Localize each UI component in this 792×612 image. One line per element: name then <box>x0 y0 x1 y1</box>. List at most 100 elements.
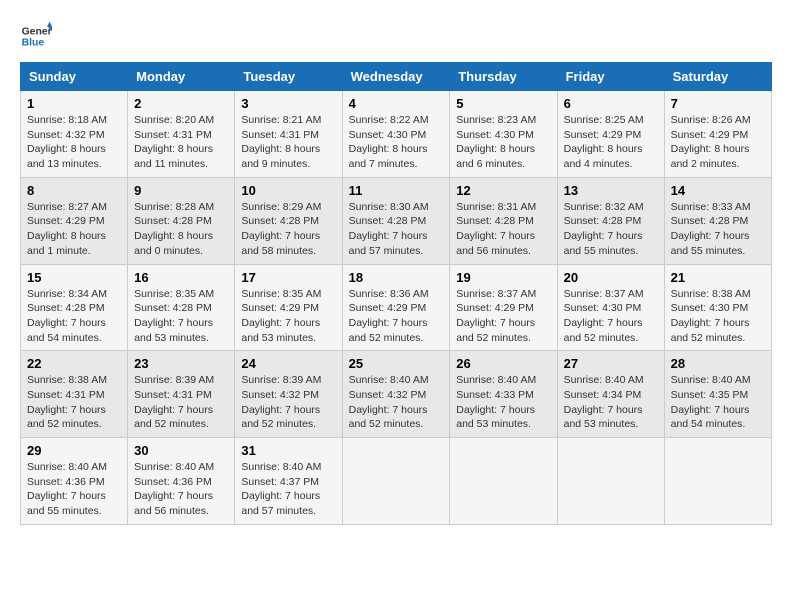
calendar-cell: 24 Sunrise: 8:39 AMSunset: 4:32 PMDaylig… <box>235 351 342 438</box>
svg-text:Blue: Blue <box>22 38 45 49</box>
day-number: 21 <box>671 270 765 285</box>
calendar-cell: 6 Sunrise: 8:25 AMSunset: 4:29 PMDayligh… <box>557 91 664 178</box>
day-detail: Sunrise: 8:40 AMSunset: 4:36 PMDaylight:… <box>134 461 214 517</box>
day-detail: Sunrise: 8:38 AMSunset: 4:31 PMDaylight:… <box>27 374 107 430</box>
day-number: 12 <box>456 183 550 198</box>
day-detail: Sunrise: 8:40 AMSunset: 4:32 PMDaylight:… <box>349 374 429 430</box>
calendar-cell: 11 Sunrise: 8:30 AMSunset: 4:28 PMDaylig… <box>342 177 450 264</box>
calendar-week-row: 8 Sunrise: 8:27 AMSunset: 4:29 PMDayligh… <box>21 177 772 264</box>
calendar-cell: 7 Sunrise: 8:26 AMSunset: 4:29 PMDayligh… <box>664 91 771 178</box>
dow-header: Wednesday <box>342 63 450 91</box>
day-detail: Sunrise: 8:34 AMSunset: 4:28 PMDaylight:… <box>27 288 107 344</box>
day-number: 19 <box>456 270 550 285</box>
calendar-cell: 14 Sunrise: 8:33 AMSunset: 4:28 PMDaylig… <box>664 177 771 264</box>
day-detail: Sunrise: 8:39 AMSunset: 4:31 PMDaylight:… <box>134 374 214 430</box>
day-detail: Sunrise: 8:35 AMSunset: 4:28 PMDaylight:… <box>134 288 214 344</box>
day-number: 5 <box>456 96 550 111</box>
calendar-cell <box>557 438 664 525</box>
calendar-cell: 10 Sunrise: 8:29 AMSunset: 4:28 PMDaylig… <box>235 177 342 264</box>
day-number: 15 <box>27 270 121 285</box>
dow-header: Sunday <box>21 63 128 91</box>
calendar-cell: 27 Sunrise: 8:40 AMSunset: 4:34 PMDaylig… <box>557 351 664 438</box>
day-detail: Sunrise: 8:25 AMSunset: 4:29 PMDaylight:… <box>564 114 644 170</box>
day-detail: Sunrise: 8:40 AMSunset: 4:33 PMDaylight:… <box>456 374 536 430</box>
dow-header: Monday <box>128 63 235 91</box>
calendar-cell: 30 Sunrise: 8:40 AMSunset: 4:36 PMDaylig… <box>128 438 235 525</box>
calendar-cell <box>342 438 450 525</box>
calendar-cell: 19 Sunrise: 8:37 AMSunset: 4:29 PMDaylig… <box>450 264 557 351</box>
calendar-cell: 17 Sunrise: 8:35 AMSunset: 4:29 PMDaylig… <box>235 264 342 351</box>
day-detail: Sunrise: 8:33 AMSunset: 4:28 PMDaylight:… <box>671 201 751 257</box>
calendar-cell: 3 Sunrise: 8:21 AMSunset: 4:31 PMDayligh… <box>235 91 342 178</box>
day-detail: Sunrise: 8:28 AMSunset: 4:28 PMDaylight:… <box>134 201 214 257</box>
day-number: 8 <box>27 183 121 198</box>
day-detail: Sunrise: 8:31 AMSunset: 4:28 PMDaylight:… <box>456 201 536 257</box>
day-detail: Sunrise: 8:21 AMSunset: 4:31 PMDaylight:… <box>241 114 321 170</box>
dow-header: Friday <box>557 63 664 91</box>
calendar-cell <box>664 438 771 525</box>
calendar-cell: 5 Sunrise: 8:23 AMSunset: 4:30 PMDayligh… <box>450 91 557 178</box>
calendar-cell: 1 Sunrise: 8:18 AMSunset: 4:32 PMDayligh… <box>21 91 128 178</box>
day-number: 3 <box>241 96 335 111</box>
calendar-cell: 9 Sunrise: 8:28 AMSunset: 4:28 PMDayligh… <box>128 177 235 264</box>
calendar-cell: 20 Sunrise: 8:37 AMSunset: 4:30 PMDaylig… <box>557 264 664 351</box>
day-number: 29 <box>27 443 121 458</box>
day-detail: Sunrise: 8:30 AMSunset: 4:28 PMDaylight:… <box>349 201 429 257</box>
day-number: 7 <box>671 96 765 111</box>
day-number: 13 <box>564 183 658 198</box>
day-number: 11 <box>349 183 444 198</box>
calendar-cell: 25 Sunrise: 8:40 AMSunset: 4:32 PMDaylig… <box>342 351 450 438</box>
day-detail: Sunrise: 8:29 AMSunset: 4:28 PMDaylight:… <box>241 201 321 257</box>
calendar-cell: 4 Sunrise: 8:22 AMSunset: 4:30 PMDayligh… <box>342 91 450 178</box>
day-detail: Sunrise: 8:37 AMSunset: 4:30 PMDaylight:… <box>564 288 644 344</box>
logo: General Blue <box>20 20 52 52</box>
day-detail: Sunrise: 8:37 AMSunset: 4:29 PMDaylight:… <box>456 288 536 344</box>
calendar-cell: 18 Sunrise: 8:36 AMSunset: 4:29 PMDaylig… <box>342 264 450 351</box>
calendar-cell: 15 Sunrise: 8:34 AMSunset: 4:28 PMDaylig… <box>21 264 128 351</box>
calendar-cell: 13 Sunrise: 8:32 AMSunset: 4:28 PMDaylig… <box>557 177 664 264</box>
calendar-week-row: 22 Sunrise: 8:38 AMSunset: 4:31 PMDaylig… <box>21 351 772 438</box>
day-number: 10 <box>241 183 335 198</box>
day-number: 24 <box>241 356 335 371</box>
day-number: 31 <box>241 443 335 458</box>
calendar-cell: 31 Sunrise: 8:40 AMSunset: 4:37 PMDaylig… <box>235 438 342 525</box>
dow-header: Thursday <box>450 63 557 91</box>
page-header: General Blue <box>20 20 772 52</box>
calendar-cell: 16 Sunrise: 8:35 AMSunset: 4:28 PMDaylig… <box>128 264 235 351</box>
day-detail: Sunrise: 8:40 AMSunset: 4:35 PMDaylight:… <box>671 374 751 430</box>
calendar-cell: 28 Sunrise: 8:40 AMSunset: 4:35 PMDaylig… <box>664 351 771 438</box>
calendar-cell: 8 Sunrise: 8:27 AMSunset: 4:29 PMDayligh… <box>21 177 128 264</box>
calendar-cell: 22 Sunrise: 8:38 AMSunset: 4:31 PMDaylig… <box>21 351 128 438</box>
day-number: 20 <box>564 270 658 285</box>
day-number: 23 <box>134 356 228 371</box>
day-number: 9 <box>134 183 228 198</box>
day-number: 30 <box>134 443 228 458</box>
day-number: 4 <box>349 96 444 111</box>
dow-header: Saturday <box>664 63 771 91</box>
day-detail: Sunrise: 8:40 AMSunset: 4:36 PMDaylight:… <box>27 461 107 517</box>
day-number: 27 <box>564 356 658 371</box>
calendar-week-row: 1 Sunrise: 8:18 AMSunset: 4:32 PMDayligh… <box>21 91 772 178</box>
calendar-cell: 23 Sunrise: 8:39 AMSunset: 4:31 PMDaylig… <box>128 351 235 438</box>
day-detail: Sunrise: 8:39 AMSunset: 4:32 PMDaylight:… <box>241 374 321 430</box>
day-detail: Sunrise: 8:22 AMSunset: 4:30 PMDaylight:… <box>349 114 429 170</box>
calendar-cell: 29 Sunrise: 8:40 AMSunset: 4:36 PMDaylig… <box>21 438 128 525</box>
calendar-table: SundayMondayTuesdayWednesdayThursdayFrid… <box>20 62 772 525</box>
calendar-cell: 2 Sunrise: 8:20 AMSunset: 4:31 PMDayligh… <box>128 91 235 178</box>
day-detail: Sunrise: 8:26 AMSunset: 4:29 PMDaylight:… <box>671 114 751 170</box>
calendar-body: 1 Sunrise: 8:18 AMSunset: 4:32 PMDayligh… <box>21 91 772 525</box>
day-number: 1 <box>27 96 121 111</box>
day-number: 6 <box>564 96 658 111</box>
day-detail: Sunrise: 8:40 AMSunset: 4:34 PMDaylight:… <box>564 374 644 430</box>
calendar-week-row: 15 Sunrise: 8:34 AMSunset: 4:28 PMDaylig… <box>21 264 772 351</box>
days-of-week-row: SundayMondayTuesdayWednesdayThursdayFrid… <box>21 63 772 91</box>
day-number: 22 <box>27 356 121 371</box>
svg-text:General: General <box>22 26 52 37</box>
day-number: 18 <box>349 270 444 285</box>
day-detail: Sunrise: 8:27 AMSunset: 4:29 PMDaylight:… <box>27 201 107 257</box>
day-number: 25 <box>349 356 444 371</box>
calendar-cell: 12 Sunrise: 8:31 AMSunset: 4:28 PMDaylig… <box>450 177 557 264</box>
day-detail: Sunrise: 8:23 AMSunset: 4:30 PMDaylight:… <box>456 114 536 170</box>
day-number: 2 <box>134 96 228 111</box>
calendar-cell <box>450 438 557 525</box>
